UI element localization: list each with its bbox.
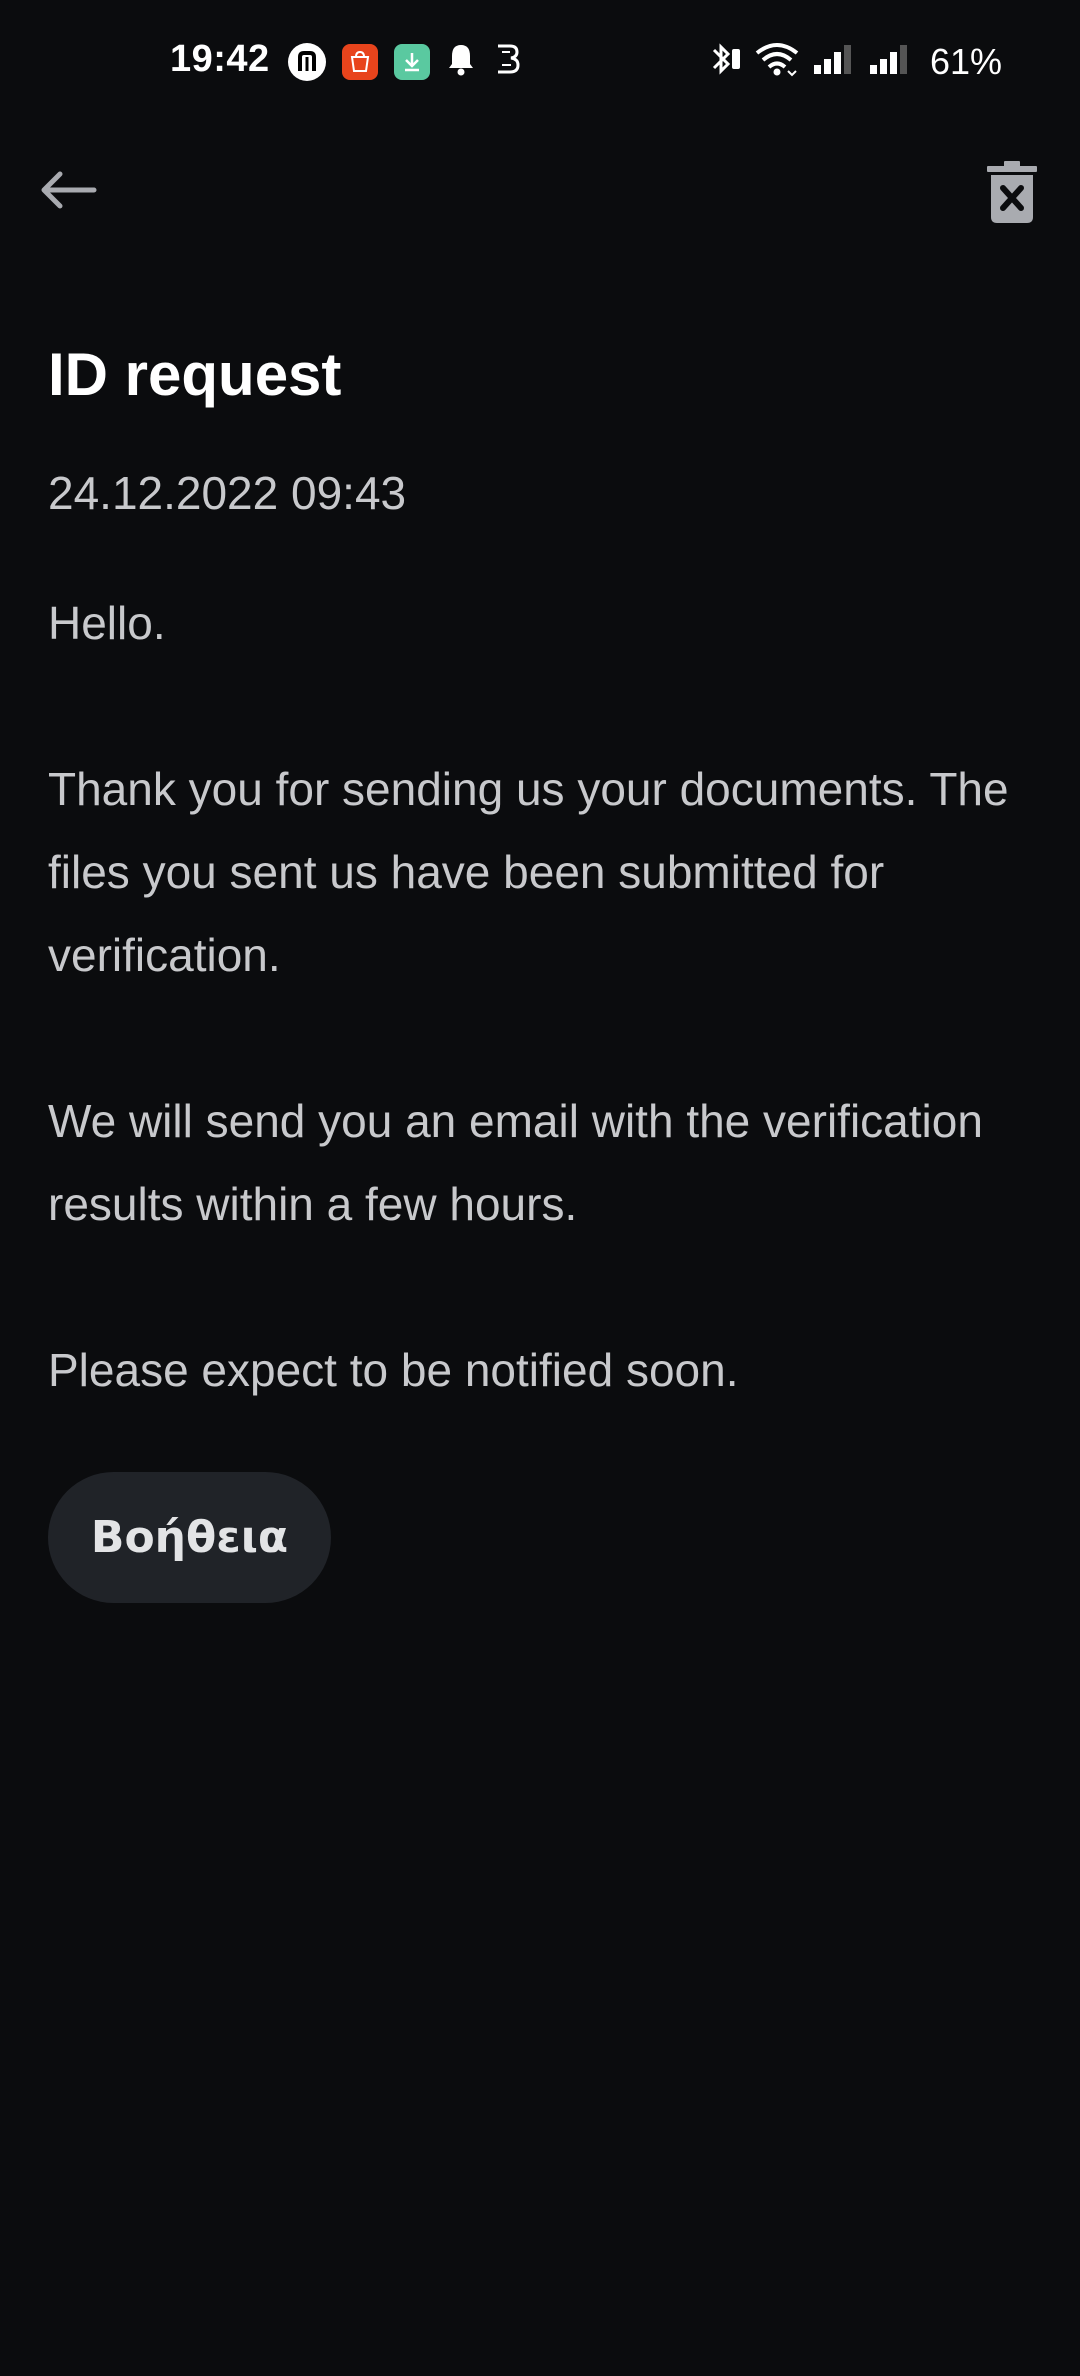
bell-icon: [446, 42, 476, 81]
message-body: Hello. Thank you for sending us your doc…: [48, 582, 1048, 1495]
back-button[interactable]: [30, 160, 106, 220]
notification-icons: [288, 42, 522, 81]
arrow-left-icon: [41, 171, 97, 209]
signal-icon: [868, 43, 912, 80]
n-app-icon: [288, 42, 326, 81]
signal-icon: [812, 43, 856, 80]
status-time: 19:42: [170, 38, 270, 80]
trash-icon: [987, 161, 1037, 223]
delete-button[interactable]: [980, 156, 1044, 228]
battery-level: 61%: [929, 40, 1002, 82]
wifi-icon: [754, 41, 800, 82]
status-bar: 19:42 61%: [0, 0, 1080, 124]
message-paragraph: Please expect to be notified soon.: [48, 1344, 739, 1396]
shop-app-icon: [342, 43, 378, 80]
system-icons: 61%: [708, 40, 1002, 83]
help-button[interactable]: Βοήθεια: [48, 1472, 331, 1603]
b-app-icon: [492, 42, 522, 81]
message-paragraph: Hello.: [48, 597, 166, 649]
bluetooth-icon: [708, 40, 742, 83]
message-paragraph: We will send you an email with the verif…: [48, 1095, 983, 1230]
message-date: 24.12.2022 09:43: [48, 467, 407, 519]
page-title: ID request: [48, 341, 342, 408]
message-paragraph: Thank you for sending us your documents.…: [48, 763, 1009, 981]
download-app-icon: [394, 43, 430, 80]
